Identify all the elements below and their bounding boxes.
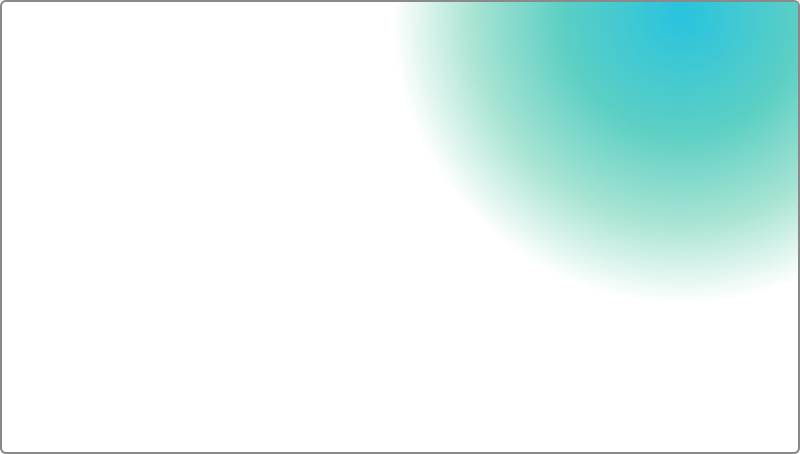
blank-canvas-window: [0, 0, 800, 454]
gradient-glow: [2, 2, 798, 452]
